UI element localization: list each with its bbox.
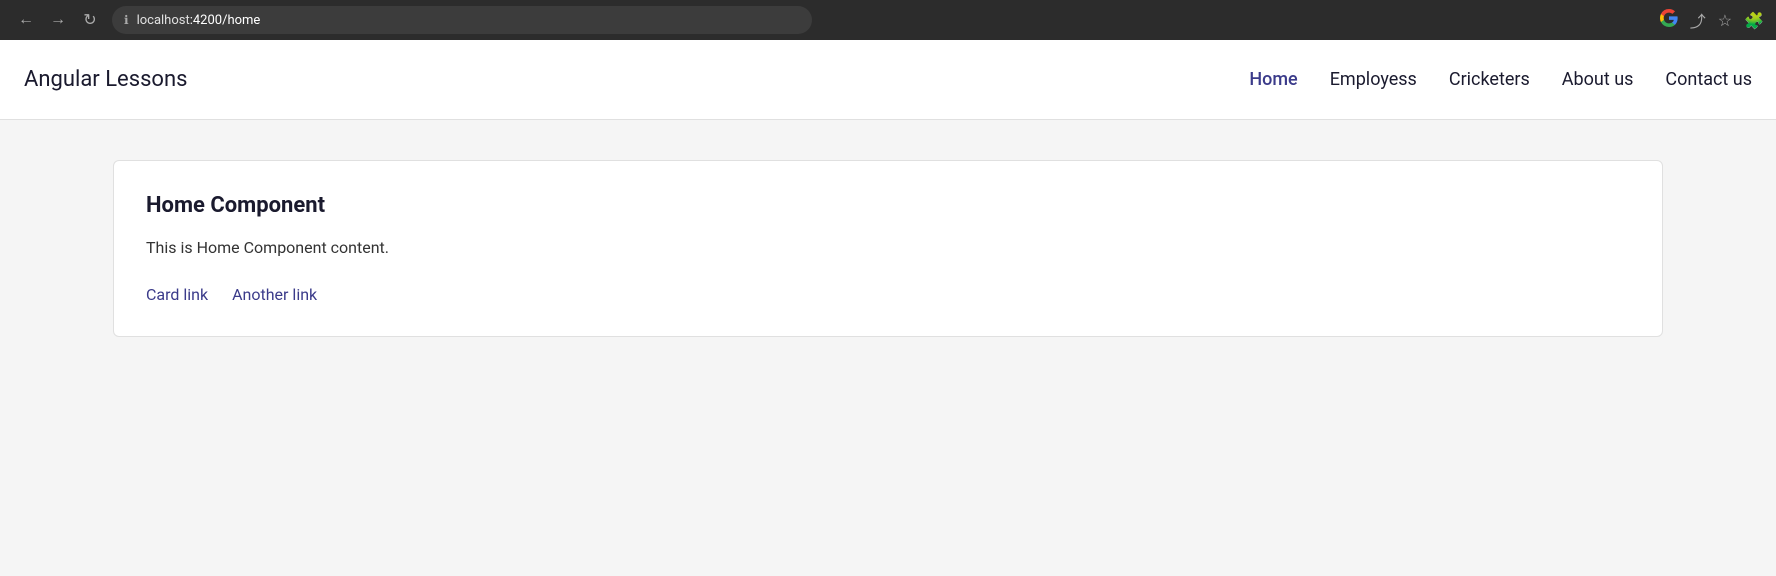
navbar-links: Home Employess Cricketers About us Conta… [1249,69,1752,90]
google-icon[interactable] [1660,9,1678,32]
browser-chrome: ← → ↻ ℹ localhost:4200/home ⤴ ☆ 🧩 [0,0,1776,40]
reload-icon: ↻ [83,10,96,30]
reload-button[interactable]: ↻ [76,6,104,34]
address-text: localhost:4200/home [137,13,261,28]
url-domain: localhost [137,13,190,28]
home-card: Home Component This is Home Component co… [113,160,1663,337]
forward-button[interactable]: → [44,6,72,34]
nav-link-contact[interactable]: Contact us [1665,69,1752,90]
page: Angular Lessons Home Employess Cricketer… [0,40,1776,576]
forward-icon: → [50,11,66,29]
nav-link-about[interactable]: About us [1562,69,1634,90]
nav-link-home[interactable]: Home [1249,69,1297,90]
nav-link-cricketers[interactable]: Cricketers [1449,69,1530,90]
nav-link-employess[interactable]: Employess [1330,69,1417,90]
url-path: :4200/home [190,13,261,28]
card-content-text: This is Home Component content. [146,238,1630,257]
share-icon[interactable]: ⤴ [1690,8,1706,32]
card-link-2[interactable]: Another link [232,285,317,304]
main-content: Home Component This is Home Component co… [0,120,1776,576]
card-title: Home Component [146,193,1630,218]
browser-nav-buttons: ← → ↻ [12,6,104,34]
navbar-brand[interactable]: Angular Lessons [24,67,188,92]
info-icon: ℹ [124,13,129,27]
navbar: Angular Lessons Home Employess Cricketer… [0,40,1776,120]
extensions-icon[interactable]: 🧩 [1744,11,1764,30]
back-button[interactable]: ← [12,6,40,34]
address-bar[interactable]: ℹ localhost:4200/home [112,6,812,34]
back-icon: ← [18,11,34,29]
browser-right-icons: ⤴ ☆ 🧩 [1660,8,1764,32]
card-link-1[interactable]: Card link [146,285,208,304]
bookmark-icon[interactable]: ☆ [1718,11,1732,30]
card-links: Card link Another link [146,285,1630,304]
